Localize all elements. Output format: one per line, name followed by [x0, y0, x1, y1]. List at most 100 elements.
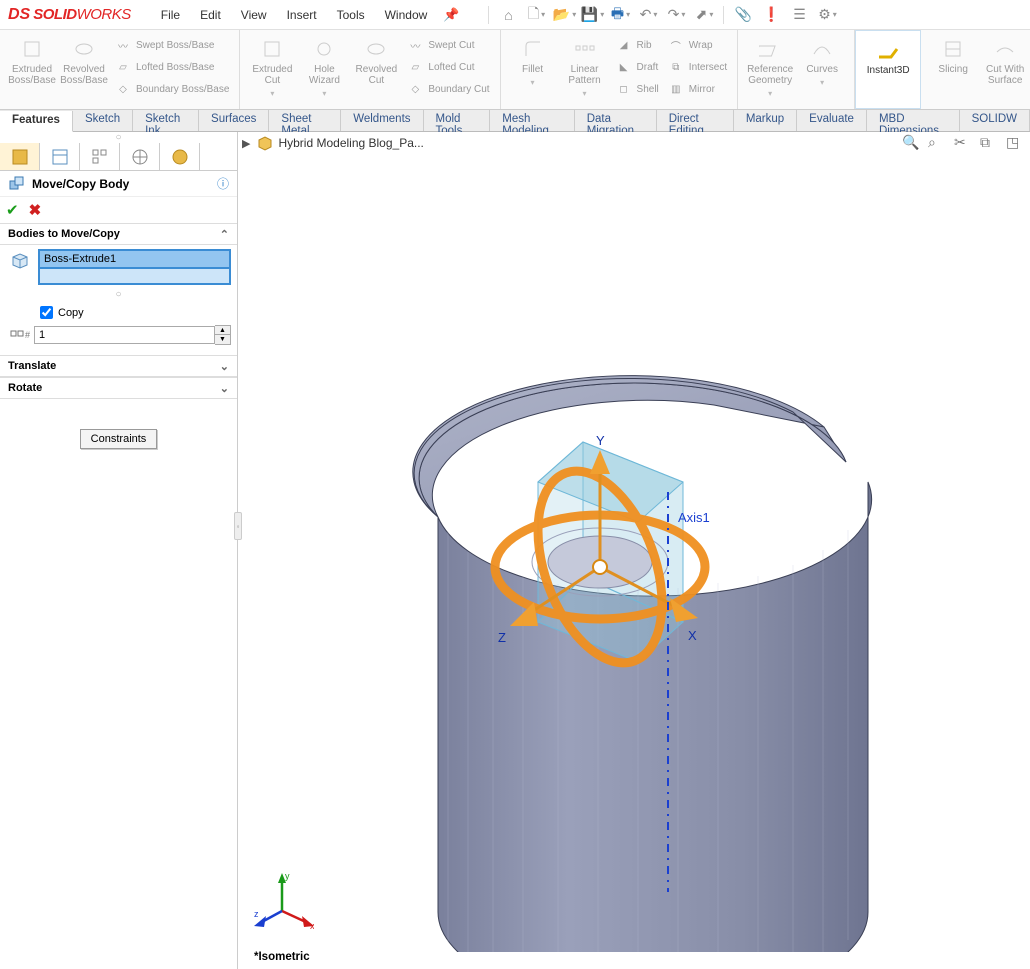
rebuild-button[interactable]: ❗ — [758, 3, 784, 27]
breadcrumb[interactable]: ▶ Hybrid Modeling Blog_Pa... — [242, 134, 424, 152]
panel-tab-property-manager[interactable] — [40, 143, 80, 170]
menu-view[interactable]: View — [231, 4, 277, 26]
boundary-boss-button[interactable]: ◇Boundary Boss/Base — [110, 78, 233, 100]
hole-wizard-button[interactable]: Hole Wizard▾ — [298, 34, 350, 101]
copy-count-input[interactable] — [34, 326, 215, 344]
view-orientation-icon[interactable]: ⧉ — [980, 134, 998, 152]
selected-body-item[interactable]: Boss-Extrude1 — [38, 249, 231, 269]
print-button[interactable]: 🖶 — [607, 3, 633, 27]
menu-file[interactable]: File — [151, 4, 190, 26]
tab-evaluate[interactable]: Evaluate — [797, 110, 867, 131]
instant3d-button[interactable]: Instant3D — [862, 35, 914, 78]
curves-button[interactable]: Curves▾ — [796, 34, 848, 90]
revolved-cut-button[interactable]: Revolved Cut — [350, 34, 402, 88]
extruded-boss-icon — [21, 38, 43, 60]
panel-tab-feature-manager[interactable] — [0, 143, 40, 170]
display-style-icon[interactable]: ◳ — [1006, 134, 1024, 152]
body-selection-listbox[interactable] — [38, 267, 231, 285]
section-rotate[interactable]: Rotate ⌄ — [0, 377, 237, 399]
extruded-cut-button[interactable]: Extruded Cut▾ — [246, 34, 298, 101]
settings-button[interactable]: ⚙ — [814, 3, 840, 27]
configuration-icon — [91, 148, 109, 166]
help-icon[interactable]: ⓘ — [217, 175, 229, 192]
redo-button[interactable]: ↷ — [663, 3, 689, 27]
panel-tab-display-manager[interactable] — [160, 143, 200, 170]
fillet-button[interactable]: Fillet▾ — [507, 34, 559, 90]
expand-icon: ⌄ — [220, 360, 229, 373]
tab-direct-editing[interactable]: Direct Editing — [657, 110, 734, 131]
panel-tab-configuration-manager[interactable] — [80, 143, 120, 170]
lofted-cut-button[interactable]: ▱Lofted Cut — [402, 56, 493, 78]
linear-pattern-button[interactable]: Linear Pattern▾ — [559, 34, 611, 101]
tab-sheet-metal[interactable]: Sheet Metal — [269, 110, 341, 131]
display-manager-icon — [171, 148, 189, 166]
cut-with-surface-button[interactable]: Cut With Surface — [979, 34, 1030, 88]
ok-button[interactable]: ✔ — [6, 201, 19, 219]
draft-button[interactable]: ◣Draft — [611, 56, 663, 78]
select-button[interactable]: ⬈ — [691, 3, 717, 27]
tab-solidworks-addins[interactable]: SOLIDW — [960, 110, 1030, 131]
tab-mesh-modeling[interactable]: Mesh Modeling — [490, 110, 574, 131]
section-view-icon[interactable]: ✂ — [954, 134, 972, 152]
swept-cut-button[interactable]: 〰Swept Cut — [402, 34, 493, 56]
new-button[interactable]: 🗋 — [523, 3, 549, 27]
count-icon: # — [6, 326, 34, 345]
tab-sketch-ink[interactable]: Sketch Ink — [133, 110, 199, 131]
wrap-button[interactable]: ⌒Wrap — [663, 34, 731, 56]
viewport-toolbar: 🔍 ⌕ ✂ ⧉ ◳ — [902, 134, 1024, 152]
copy-checkbox[interactable] — [40, 306, 53, 319]
model-canvas[interactable]: Y X Z Axis1 — [238, 152, 1018, 952]
shell-button[interactable]: ◻Shell — [611, 78, 663, 100]
breadcrumb-arrow-icon[interactable]: ▶ — [242, 137, 250, 150]
zoom-to-fit-icon[interactable]: 🔍 — [902, 134, 920, 152]
linear-pattern-icon — [574, 38, 596, 60]
tab-surfaces[interactable]: Surfaces — [199, 110, 269, 131]
constraints-button[interactable]: Constraints — [80, 429, 158, 449]
tab-sketch[interactable]: Sketch — [73, 110, 133, 131]
tab-markup[interactable]: Markup — [734, 110, 797, 131]
tab-data-migration[interactable]: Data Migration — [575, 110, 657, 131]
attach-button[interactable]: 📎 — [730, 3, 756, 27]
save-button[interactable]: 💾 — [579, 3, 605, 27]
menu-window[interactable]: Window — [375, 4, 438, 26]
count-spinner[interactable]: ▲▼ — [215, 325, 231, 345]
swept-boss-button[interactable]: 〰Swept Boss/Base — [110, 34, 233, 56]
section-translate[interactable]: Translate ⌄ — [0, 355, 237, 377]
graphics-viewport[interactable]: ◦ ▶ Hybrid Modeling Blog_Pa... 🔍 ⌕ ✂ ⧉ ◳ — [238, 132, 1030, 969]
tab-weldments[interactable]: Weldments — [341, 110, 423, 131]
home-button[interactable]: ⌂ — [495, 3, 521, 27]
lofted-boss-button[interactable]: ▱Lofted Boss/Base — [110, 56, 233, 78]
tab-mbd-dimensions[interactable]: MBD Dimensions — [867, 110, 960, 131]
menu-edit[interactable]: Edit — [190, 4, 231, 26]
panel-tabstrip — [0, 143, 237, 171]
hole-wizard-icon — [313, 38, 335, 60]
open-button[interactable]: 📂 — [551, 3, 577, 27]
options-list-button[interactable]: ☰ — [786, 3, 812, 27]
mirror-icon: ▥ — [667, 80, 685, 98]
slicing-button[interactable]: Slicing — [927, 34, 979, 77]
list-grip[interactable]: ○ — [6, 289, 231, 300]
mirror-button[interactable]: ▥Mirror — [663, 78, 731, 100]
reference-geometry-button[interactable]: Reference Geometry▾ — [744, 34, 796, 101]
extruded-boss-button[interactable]: Extruded Boss/Base — [6, 34, 58, 88]
extruded-cut-icon — [261, 38, 283, 60]
spinner-up[interactable]: ▲ — [215, 326, 230, 335]
breadcrumb-doc-name[interactable]: Hybrid Modeling Blog_Pa... — [278, 136, 423, 150]
orientation-triad[interactable]: y x z — [254, 869, 314, 929]
section-bodies-to-move[interactable]: Bodies to Move/Copy ⌃ — [0, 223, 237, 245]
menu-tools[interactable]: Tools — [327, 4, 375, 26]
spinner-down[interactable]: ▼ — [215, 335, 230, 344]
panel-tab-dimxpert[interactable] — [120, 143, 160, 170]
tab-mold-tools[interactable]: Mold Tools — [424, 110, 491, 131]
rib-button[interactable]: ◢Rib — [611, 34, 663, 56]
undo-button[interactable]: ↶ — [635, 3, 661, 27]
menu-insert[interactable]: Insert — [277, 4, 327, 26]
zoom-area-icon[interactable]: ⌕ — [928, 134, 946, 152]
boundary-cut-button[interactable]: ◇Boundary Cut — [402, 78, 493, 100]
tab-features[interactable]: Features — [0, 111, 73, 132]
panel-grip-top[interactable]: ○ — [0, 132, 237, 143]
cancel-button[interactable]: ✖ — [29, 201, 42, 219]
pin-icon[interactable]: 📌 — [443, 7, 459, 23]
revolved-boss-button[interactable]: Revolved Boss/Base — [58, 34, 110, 88]
intersect-button[interactable]: ⧉Intersect — [663, 56, 731, 78]
